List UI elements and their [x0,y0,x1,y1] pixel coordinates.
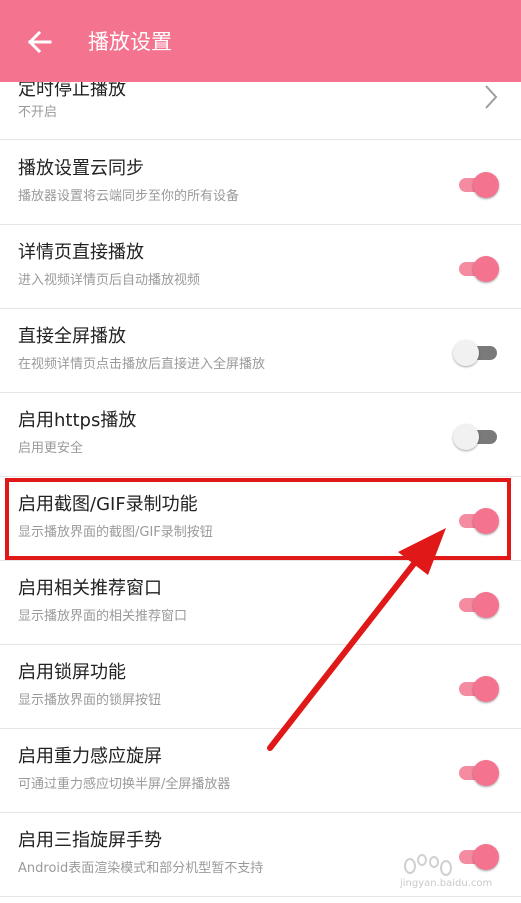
setting-subtitle: 启用更安全 [18,441,84,456]
toggle-switch[interactable] [453,424,499,450]
setting-subtitle: 可通过重力感应切换半屏/全屏播放器 [18,777,231,792]
arrow-left-icon[interactable] [24,26,56,58]
setting-title: 直接全屏播放 [18,326,126,347]
setting-title: 启用锁屏功能 [18,662,126,683]
setting-row-fullscreen-play[interactable]: 直接全屏播放 在视频详情页点击播放后直接进入全屏播放 [0,309,521,393]
app-bar: 播放设置 [0,0,521,82]
setting-title: 播放设置云同步 [18,158,144,179]
setting-subtitle: 播放器设置将云端同步至你的所有设备 [18,189,240,204]
setting-title: 启用重力感应旋屏 [18,746,162,767]
setting-title: 启用相关推荐窗口 [18,578,162,599]
setting-row-lock-screen[interactable]: 启用锁屏功能 显示播放界面的锁屏按钮 [0,645,521,729]
setting-subtitle: Android表面渲染模式和部分机型暂不支持 [18,861,264,876]
setting-row-gravity-rotate[interactable]: 启用重力感应旋屏 可通过重力感应切换半屏/全屏播放器 [0,729,521,813]
setting-row-detail-autoplay[interactable]: 详情页直接播放 进入视频详情页后自动播放视频 [0,225,521,309]
setting-row-cloud-sync[interactable]: 播放设置云同步 播放器设置将云端同步至你的所有设备 [0,141,521,225]
paw-logo-icon [404,854,452,876]
setting-subtitle: 进入视频详情页后自动播放视频 [18,273,201,288]
highlight-box [5,478,511,560]
setting-subtitle: 不开启 [18,105,58,120]
setting-row-https[interactable]: 启用https播放 启用更安全 [0,393,521,477]
toggle-switch[interactable] [453,340,499,366]
chevron-right-icon [485,85,498,109]
toggle-switch[interactable] [453,592,499,618]
toggle-switch[interactable] [453,172,499,198]
setting-subtitle: 显示播放界面的相关推荐窗口 [18,609,188,624]
toggle-switch[interactable] [453,760,499,786]
watermark-text: jingyan.baidu.com [400,878,493,889]
toggle-switch[interactable] [453,256,499,282]
watermark: jingyan.baidu.com [400,852,512,894]
setting-title: 详情页直接播放 [18,242,144,263]
setting-subtitle: 显示播放界面的锁屏按钮 [18,693,162,708]
setting-subtitle: 在视频详情页点击播放后直接进入全屏播放 [18,357,266,372]
setting-title: 启用https播放 [18,410,137,431]
setting-row-recommend-window[interactable]: 启用相关推荐窗口 显示播放界面的相关推荐窗口 [0,561,521,645]
page-title: 播放设置 [88,30,172,54]
setting-title: 启用三指旋屏手势 [18,830,162,851]
settings-list: 定时停止播放 不开启 播放设置云同步 播放器设置将云端同步至你的所有设备 详情页… [0,0,521,903]
toggle-switch[interactable] [453,676,499,702]
